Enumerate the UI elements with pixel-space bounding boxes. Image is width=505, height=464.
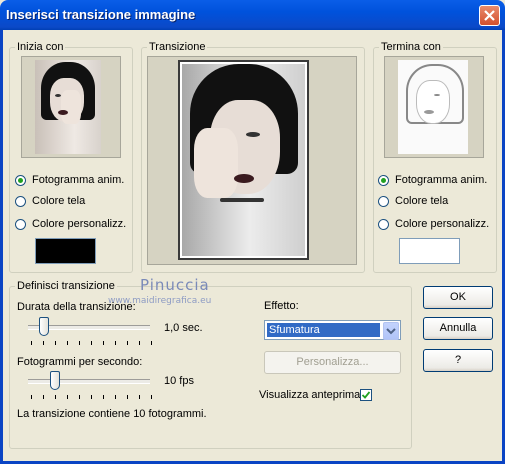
radio-button[interactable] <box>378 218 389 230</box>
preview-label: Visualizza anteprima <box>259 389 361 401</box>
radio-button[interactable] <box>15 218 26 230</box>
start-group-label: Inizia con <box>17 41 64 53</box>
end-color-swatch[interactable] <box>399 238 460 264</box>
preview-checkbox[interactable] <box>360 389 372 401</box>
fps-slider-thumb[interactable] <box>50 371 61 390</box>
checkmark-icon <box>361 391 371 399</box>
start-option-custom[interactable]: Colore personalizz. <box>15 218 126 230</box>
start-color-swatch[interactable] <box>35 238 96 264</box>
frame-count-info: La transizione contiene 10 fotogrammi. <box>17 408 207 420</box>
watermark-name: Pinuccia <box>140 276 210 294</box>
duration-label: Durata della transizione: <box>17 301 136 313</box>
chevron-down-icon <box>386 328 396 335</box>
cancel-button[interactable]: Annulla <box>423 317 493 340</box>
duration-slider-ticks <box>31 341 152 345</box>
transition-preview-image <box>182 64 305 256</box>
customize-button[interactable]: Personalizza... <box>264 351 401 374</box>
end-option-frame[interactable]: Fotogramma anim. <box>378 174 487 186</box>
duration-value: 1,0 sec. <box>164 322 203 334</box>
end-option-canvas[interactable]: Colore tela <box>378 195 448 207</box>
start-option-frame[interactable]: Fotogramma anim. <box>15 174 124 186</box>
radio-button[interactable] <box>15 195 26 207</box>
option-label: Colore tela <box>32 195 86 207</box>
option-label: Colore personalizz. <box>395 218 490 230</box>
fps-value: 10 fps <box>164 375 194 387</box>
effect-select[interactable]: Sfumatura <box>264 320 401 340</box>
close-icon <box>484 10 495 21</box>
duration-slider-thumb[interactable] <box>39 317 50 336</box>
start-frame-image <box>35 60 101 154</box>
end-group-label: Termina con <box>381 41 441 53</box>
radio-button[interactable] <box>378 195 389 207</box>
fps-label: Fotogrammi per secondo: <box>17 356 143 368</box>
window-title: Inserisci transizione immagine <box>6 7 196 22</box>
start-option-canvas[interactable]: Colore tela <box>15 195 85 207</box>
option-label: Colore tela <box>395 195 449 207</box>
option-label: Fotogramma anim. <box>32 174 125 186</box>
end-option-custom[interactable]: Colore personalizz. <box>378 218 489 230</box>
define-transition-label: Definisci transizione <box>17 280 115 292</box>
effect-selected-value: Sfumatura <box>267 323 380 337</box>
radio-button[interactable] <box>378 174 389 186</box>
fps-slider-ticks <box>31 395 152 399</box>
end-frame-image <box>398 60 468 154</box>
radio-button[interactable] <box>15 174 26 186</box>
ok-button[interactable]: OK <box>423 286 493 309</box>
transition-group-label: Transizione <box>149 41 206 53</box>
help-button[interactable]: ? <box>423 349 493 372</box>
option-label: Fotogramma anim. <box>395 174 488 186</box>
fps-slider-track[interactable] <box>28 379 150 384</box>
close-button[interactable] <box>479 5 500 26</box>
dropdown-arrow[interactable] <box>383 322 399 340</box>
effect-label: Effetto: <box>264 300 299 312</box>
option-label: Colore personalizz. <box>32 218 127 230</box>
